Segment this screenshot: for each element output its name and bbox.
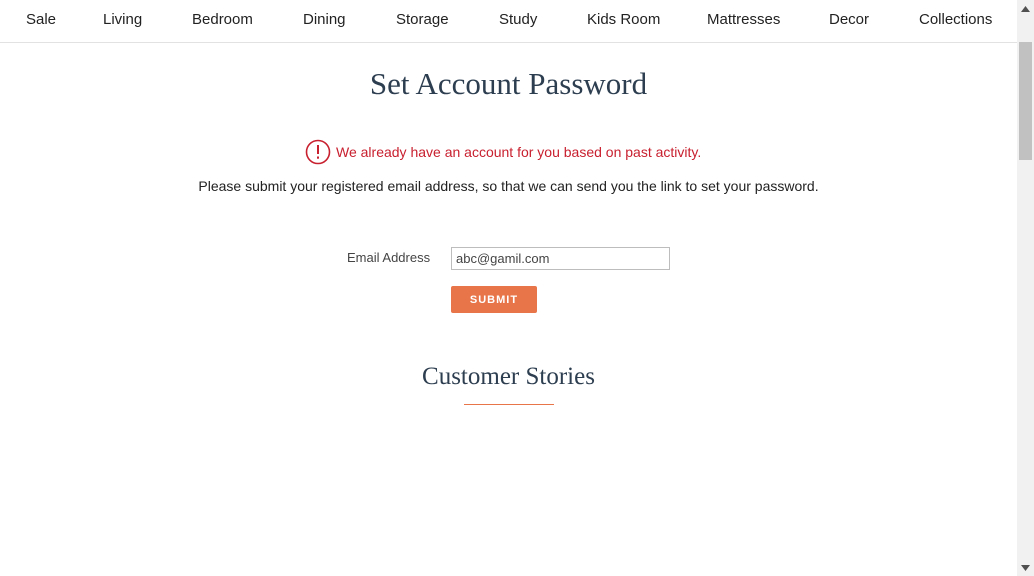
nav-item-decor[interactable]: Decor (829, 0, 869, 42)
page-title: Set Account Password (369, 66, 648, 101)
nav-item-sale[interactable]: Sale (26, 0, 56, 42)
nav-item-study[interactable]: Study (499, 0, 537, 42)
nav-item-living[interactable]: Living (103, 0, 142, 42)
exclamation-circle-icon (305, 139, 331, 165)
scrollbar-thumb[interactable] (1019, 42, 1032, 160)
email-label: Email Address (347, 250, 431, 265)
scroll-up-arrow-icon[interactable] (1017, 0, 1034, 17)
alert-message: We already have an account for you based… (305, 139, 701, 165)
nav-item-kids-room[interactable]: Kids Room (587, 0, 660, 42)
vertical-scrollbar[interactable] (1017, 0, 1034, 576)
nav-item-collections[interactable]: Collections (919, 0, 992, 42)
top-navigation: Sale Living Bedroom Dining Storage Study… (0, 0, 1017, 43)
customer-stories-heading: Customer Stories (422, 363, 595, 390)
scroll-down-arrow-icon[interactable] (1017, 559, 1034, 576)
alert-text: We already have an account for you based… (336, 144, 702, 160)
nav-item-dining[interactable]: Dining (303, 0, 346, 42)
email-field[interactable] (451, 247, 670, 270)
submit-button[interactable]: SUBMIT (451, 286, 537, 313)
nav-item-storage[interactable]: Storage (396, 0, 449, 42)
heading-divider (464, 404, 554, 405)
instructions-text: Please submit your registered email addr… (198, 178, 819, 194)
nav-item-mattresses[interactable]: Mattresses (707, 0, 780, 42)
nav-item-bedroom[interactable]: Bedroom (192, 0, 253, 42)
